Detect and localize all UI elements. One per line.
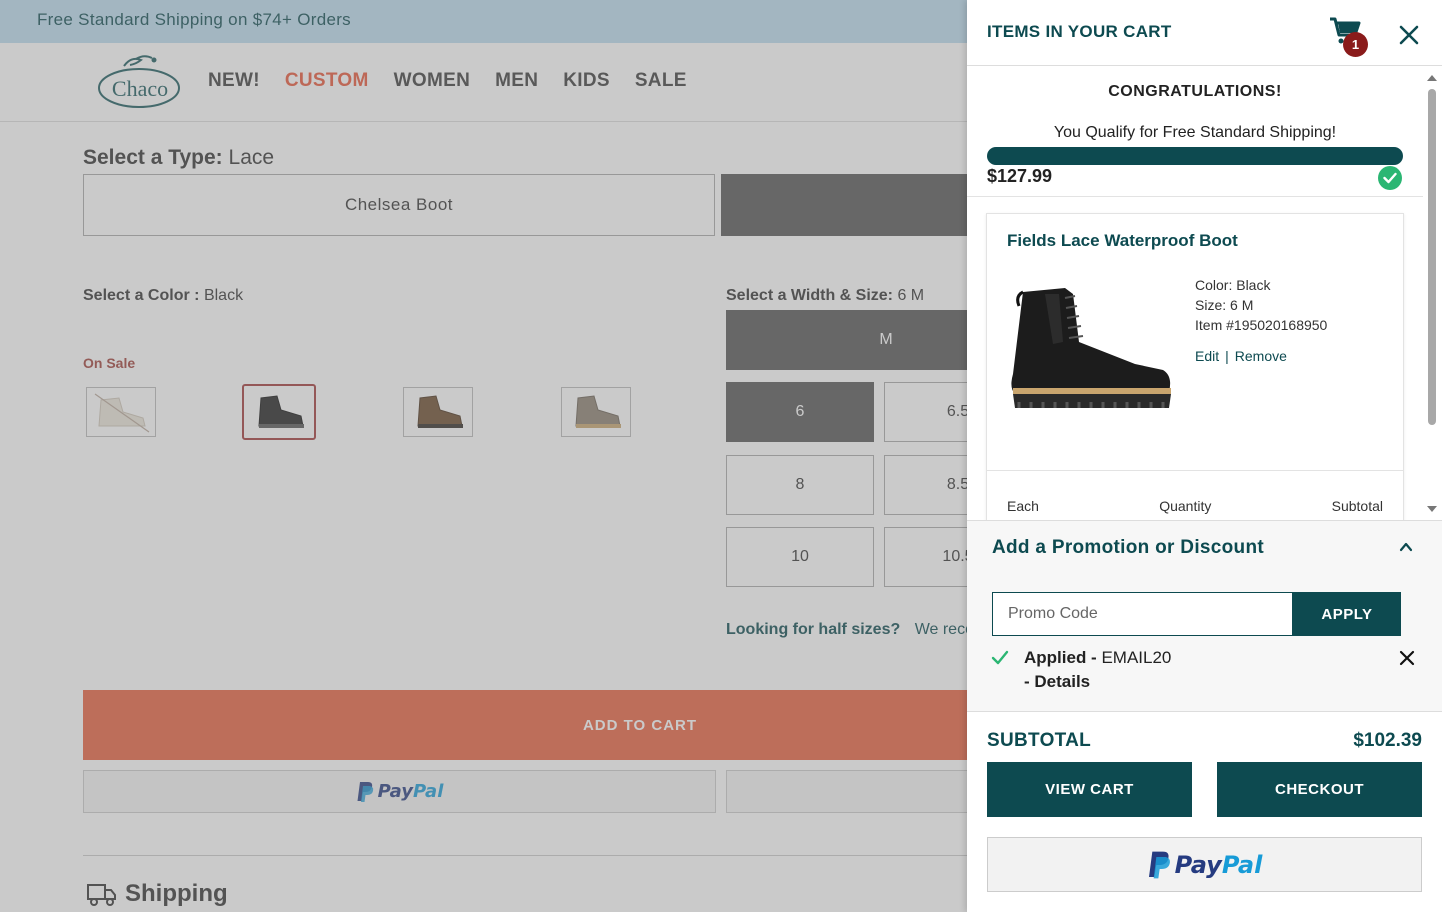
congrats-heading: CONGRATULATIONS! (1108, 83, 1282, 100)
edit-item-link[interactable]: Edit (1195, 348, 1219, 364)
check-icon (991, 650, 1009, 665)
separator: | (1225, 348, 1229, 364)
cart-line-item: Fields Lace Waterproof Boot Color: Black… (986, 213, 1404, 520)
scroll-up-arrow-icon[interactable] (1422, 71, 1442, 83)
chevron-up-icon[interactable] (1398, 539, 1414, 555)
remove-promo-close-icon[interactable] (1399, 650, 1415, 666)
free-shipping-progress-bar (987, 147, 1403, 165)
divider (987, 470, 1403, 471)
applied-promo: Applied - EMAIL20 (1024, 648, 1171, 668)
col-subtotal: Subtotal (1331, 498, 1383, 514)
remove-item-link[interactable]: Remove (1235, 348, 1287, 364)
divider (967, 196, 1423, 197)
item-color: Color: Black (1195, 277, 1271, 293)
item-sku: Item #195020168950 (1195, 317, 1328, 333)
cart-drawer: ITEMS IN YOUR CART 1 CONGRATULATIONS! Yo… (967, 0, 1442, 912)
applied-code: EMAIL20 (1101, 648, 1172, 667)
modal-backdrop[interactable] (0, 0, 967, 912)
promo-details-link[interactable]: - Details (1024, 672, 1090, 692)
apply-promo-button[interactable]: APPLY (1293, 592, 1401, 636)
subtotal-label: SUBTOTAL (987, 730, 1092, 751)
promo-title[interactable]: Add a Promotion or Discount (992, 537, 1264, 559)
scroll-thumb[interactable] (1428, 89, 1436, 425)
cart-title: ITEMS IN YOUR CART (987, 22, 1172, 41)
view-cart-button[interactable]: VIEW CART (987, 762, 1192, 817)
item-details: Color: Black Size: 6 M Item #19502016895… (1195, 275, 1327, 335)
cart-threshold-total: $127.99 (987, 166, 1053, 186)
item-actions: Edit | Remove (1195, 348, 1287, 364)
item-name[interactable]: Fields Lace Waterproof Boot (1007, 231, 1238, 251)
boot-product-image[interactable] (1005, 284, 1177, 414)
cart-drawer-header: ITEMS IN YOUR CART 1 (967, 0, 1442, 66)
checkout-button[interactable]: CHECKOUT (1217, 762, 1422, 817)
col-quantity: Quantity (1159, 498, 1212, 514)
paypal-checkout-button[interactable]: PayPal (987, 837, 1422, 892)
cart-items-scroll[interactable]: CONGRATULATIONS! You Qualify for Free St… (967, 67, 1442, 520)
subtotal-value: $102.39 (1353, 730, 1422, 751)
promo-code-input[interactable] (992, 592, 1293, 636)
item-price-header: Each Quantity Subtotal (1007, 498, 1383, 514)
paypal-wordmark: PayPal (1174, 850, 1263, 879)
check-circle-icon (1378, 166, 1402, 190)
close-icon[interactable] (1398, 24, 1420, 46)
cart-count-badge: 1 (1343, 32, 1368, 57)
paypal-icon (1148, 851, 1170, 878)
free-shipping-message: You Qualify for Free Standard Shipping! (1053, 124, 1337, 141)
scroll-down-arrow-icon[interactable] (1422, 503, 1442, 515)
applied-label: Applied - (1024, 648, 1097, 667)
promo-section: Add a Promotion or Discount APPLY Applie… (967, 520, 1442, 712)
item-size: Size: 6 M (1195, 297, 1254, 313)
scrollbar[interactable] (1422, 67, 1442, 520)
col-each: Each (1007, 498, 1039, 514)
